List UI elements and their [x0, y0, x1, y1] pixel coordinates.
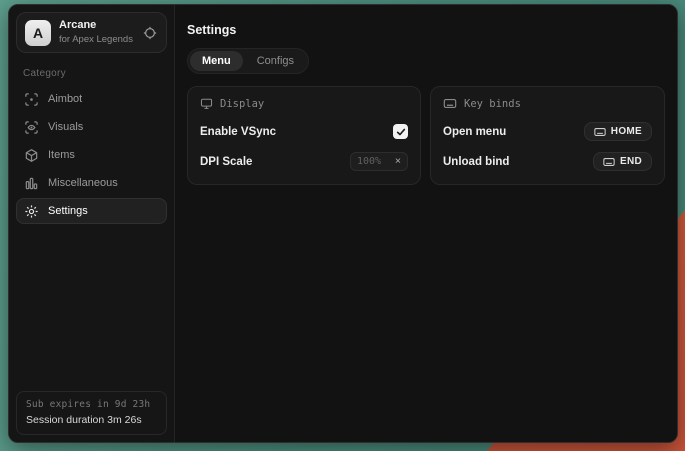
monitor-icon: [200, 97, 213, 110]
eye-icon: [24, 120, 39, 135]
sidebar-item-items[interactable]: Items: [16, 142, 167, 168]
settings-cards: Display Enable VSync DPI Scale 100% ×: [187, 86, 665, 185]
keybinds-card-header: Key binds: [443, 97, 652, 110]
display-card: Display Enable VSync DPI Scale 100% ×: [187, 86, 421, 185]
sidebar-item-label: Settings: [48, 205, 88, 217]
dpi-row: DPI Scale 100% ×: [200, 150, 408, 173]
columns-icon: [24, 176, 39, 191]
tab-menu[interactable]: Menu: [190, 51, 243, 71]
keybinds-card-title: Key binds: [464, 98, 521, 110]
vsync-checkbox[interactable]: [393, 124, 408, 139]
category-label: Category: [23, 68, 174, 79]
tab-bar: Menu Configs: [187, 48, 309, 74]
session-duration-text: Session duration 3m 26s: [26, 414, 157, 426]
unload-bind-row: Unload bind END: [443, 150, 652, 173]
app-name: Arcane: [59, 19, 135, 33]
open-menu-bind-button[interactable]: HOME: [584, 122, 652, 141]
clear-icon[interactable]: ×: [395, 156, 401, 167]
open-menu-row: Open menu HOME: [443, 120, 652, 143]
crosshair-icon: [24, 92, 39, 107]
sidebar-item-label: Items: [48, 149, 75, 161]
sidebar-item-visuals[interactable]: Visuals: [16, 114, 167, 140]
display-card-title: Display: [220, 98, 264, 110]
app-window: A Arcane for Apex Legends Category: [8, 4, 678, 443]
open-menu-label: Open menu: [443, 126, 506, 138]
dpi-scale-input[interactable]: 100% ×: [350, 152, 408, 171]
tab-configs[interactable]: Configs: [245, 51, 306, 71]
key-icon: [603, 157, 615, 167]
sidebar-nav: Aimbot Visuals: [9, 86, 174, 224]
gear-icon: [24, 204, 39, 219]
unload-bind-key: END: [620, 156, 642, 167]
key-icon: [594, 127, 606, 137]
sidebar-item-miscellaneous[interactable]: Miscellaneous: [16, 170, 167, 196]
app-logo: A: [25, 20, 51, 46]
sidebar-item-aimbot[interactable]: Aimbot: [16, 86, 167, 112]
sub-expiry-text: Sub expires in 9d 23h: [26, 399, 157, 410]
brand-card: A Arcane for Apex Legends: [16, 12, 167, 53]
sidebar-item-label: Visuals: [48, 121, 83, 133]
sidebar: A Arcane for Apex Legends Category: [9, 5, 175, 442]
sidebar-item-label: Miscellaneous: [48, 177, 118, 189]
subscription-info-box: Sub expires in 9d 23h Session duration 3…: [16, 391, 167, 435]
sidebar-item-label: Aimbot: [48, 93, 82, 105]
brand-text: Arcane for Apex Legends: [59, 19, 135, 46]
keyboard-icon: [443, 97, 457, 110]
keybinds-card: Key binds Open menu HOME Unload bind: [430, 86, 665, 185]
vsync-label: Enable VSync: [200, 126, 276, 138]
unload-bind-button[interactable]: END: [593, 152, 652, 171]
display-card-header: Display: [200, 97, 408, 110]
cube-icon: [24, 148, 39, 163]
target-icon[interactable]: [143, 26, 157, 40]
dpi-value: 100%: [357, 156, 381, 167]
unload-bind-label: Unload bind: [443, 156, 509, 168]
page-title: Settings: [187, 23, 665, 37]
main-content: Settings Menu Configs Display E: [175, 5, 677, 442]
app-subtitle: for Apex Legends: [59, 34, 135, 46]
dpi-label: DPI Scale: [200, 156, 252, 168]
sidebar-item-settings[interactable]: Settings: [16, 198, 167, 224]
vsync-row: Enable VSync: [200, 120, 408, 143]
open-menu-key: HOME: [611, 126, 642, 137]
